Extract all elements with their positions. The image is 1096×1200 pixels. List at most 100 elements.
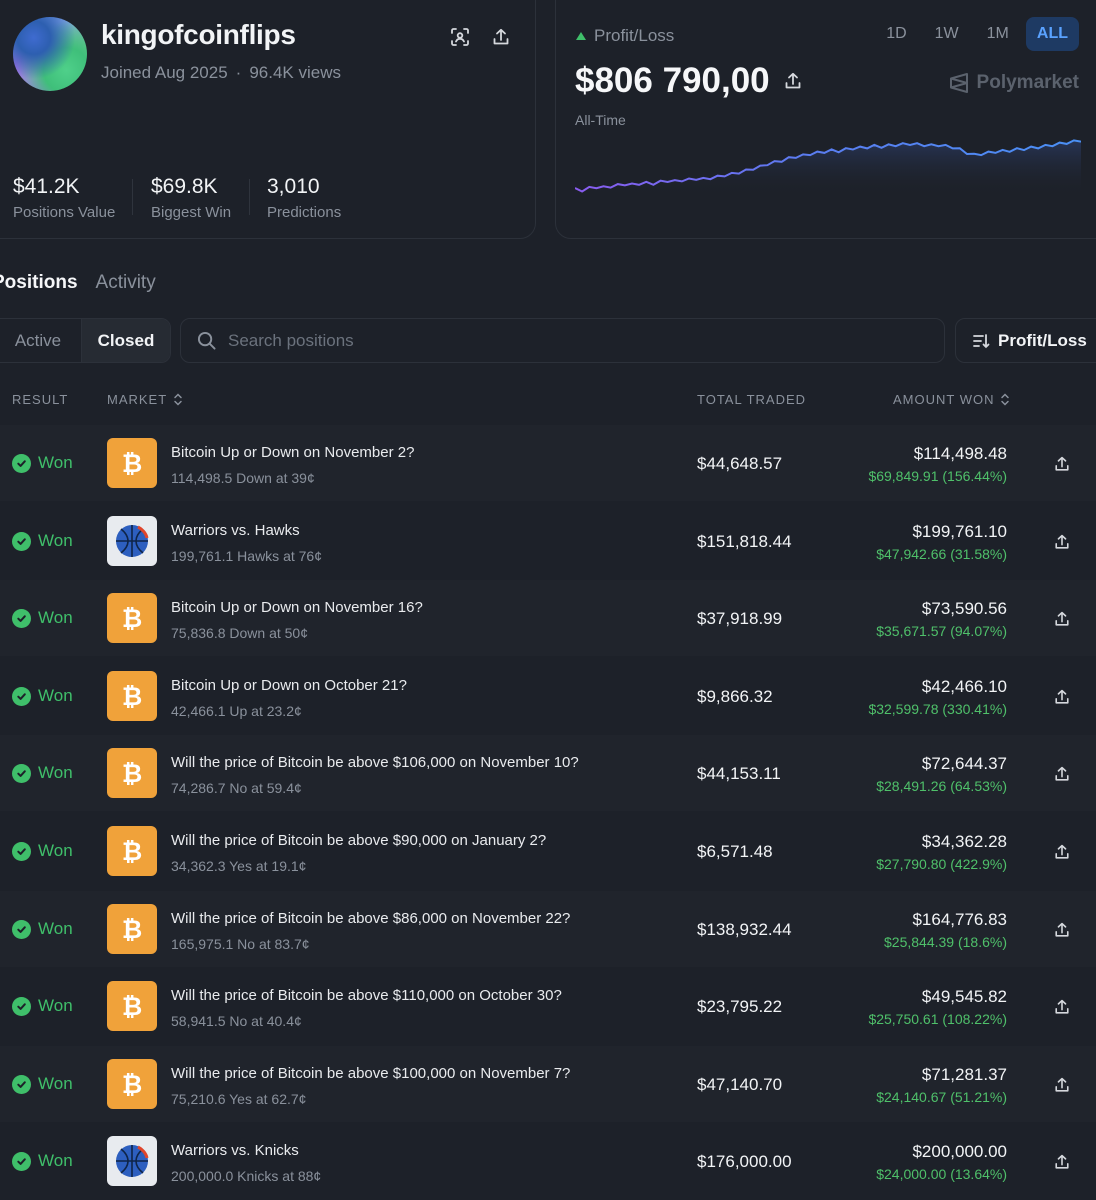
timeframe-all[interactable]: ALL — [1025, 17, 1079, 51]
avatar[interactable] — [13, 17, 87, 91]
check-circle-icon — [12, 996, 31, 1016]
brand-name: Polymarket — [976, 72, 1079, 93]
market-title[interactable]: Bitcoin Up or Down on November 2? — [171, 444, 414, 461]
result-cell: Won — [12, 813, 73, 889]
share-icon[interactable] — [1052, 1152, 1072, 1172]
polymarket-logo: Polymarket — [949, 72, 1079, 94]
basketball-icon — [107, 516, 157, 566]
profit-amount: $47,942.66 (31.58%) — [876, 546, 1007, 562]
timeframe-1d[interactable]: 1D — [875, 17, 917, 51]
search-input[interactable] — [228, 330, 908, 351]
total-traded: $176,000.00 — [697, 1152, 792, 1171]
profit-amount: $27,790.80 (422.9%) — [876, 856, 1007, 872]
pnl-value: $806 790,00 — [575, 61, 770, 100]
status-toggle: Active Closed — [0, 318, 171, 363]
search-icon — [197, 331, 216, 350]
share-icon[interactable] — [784, 72, 802, 90]
tab-bar: Positions Activity — [0, 272, 156, 294]
market-title[interactable]: Bitcoin Up or Down on October 21? — [171, 677, 407, 694]
result-label: Won — [38, 841, 73, 860]
svg-text:₿: ₿ — [122, 1070, 142, 1099]
share-icon[interactable] — [1052, 997, 1072, 1017]
result-cell: Won — [12, 968, 73, 1044]
filter-active-label: Active — [14, 330, 62, 350]
market-title[interactable]: Bitcoin Up or Down on November 16? — [171, 599, 423, 616]
share-icon[interactable] — [1052, 687, 1072, 707]
view-count: 96.4K views — [249, 63, 342, 82]
check-circle-icon — [12, 841, 31, 861]
market-position: 199,761.1 Hawks at 76¢ — [171, 548, 322, 564]
header-market[interactable]: MARKET — [107, 392, 183, 407]
polymarket-icon — [949, 73, 968, 93]
table-row[interactable]: Won Warriors vs. Knicks 200,000.0 Knicks a… — [0, 1123, 1096, 1199]
separator: · — [235, 63, 242, 82]
table-row[interactable]: Won ₿ Bitcoin Up or Down on November 2? 114… — [0, 425, 1096, 501]
header-amount-won[interactable]: AMOUNT WON — [893, 392, 1010, 407]
table-row[interactable]: Won ₿ Will the price of Bitcoin be above $… — [0, 813, 1096, 889]
total-traded: $44,648.57 — [697, 454, 783, 473]
amount-won: $34,362.28 — [921, 832, 1007, 851]
market-title[interactable]: Will the price of Bitcoin be above $106,… — [171, 754, 579, 771]
tab-positions[interactable]: Positions — [0, 272, 78, 294]
filter-active[interactable]: Active — [0, 319, 81, 362]
table-row[interactable]: Won Warriors vs. Hawks 199,761.1 Hawks at … — [0, 503, 1096, 579]
total-traded: $6,571.48 — [697, 842, 773, 861]
share-icon[interactable] — [1052, 609, 1072, 629]
profit-amount: $25,750.61 (108.22%) — [868, 1011, 1007, 1027]
timeframe-selector: 1D 1W 1M ALL — [875, 17, 1079, 51]
filter-closed[interactable]: Closed — [81, 319, 170, 362]
total-traded: $44,153.11 — [697, 764, 781, 783]
total-traded: $151,818.44 — [697, 532, 792, 551]
market-title[interactable]: Warriors vs. Hawks — [171, 522, 300, 539]
share-icon[interactable] — [1052, 842, 1072, 862]
market-title[interactable]: Will the price of Bitcoin be above $86,0… — [171, 910, 570, 927]
tab-activity[interactable]: Activity — [96, 272, 156, 294]
stat-label: Positions Value — [13, 204, 116, 221]
header-amount-won-label: AMOUNT WON — [893, 392, 995, 407]
stat-label: Predictions — [267, 204, 342, 221]
market-position: 75,210.6 Yes at 62.7¢ — [171, 1091, 307, 1107]
result-cell: Won — [12, 503, 73, 579]
table-row[interactable]: Won ₿ Bitcoin Up or Down on November 16? 75… — [0, 580, 1096, 656]
share-icon[interactable] — [1052, 532, 1072, 552]
table-row[interactable]: Won ₿ Bitcoin Up or Down on October 21? 42,… — [0, 658, 1096, 734]
market-title[interactable]: Will the price of Bitcoin be above $90,0… — [171, 832, 546, 849]
market-position: 114,498.5 Down at 39¢ — [171, 470, 315, 486]
table-row[interactable]: Won ₿ Will the price of Bitcoin be above $… — [0, 1046, 1096, 1122]
svg-text:₿: ₿ — [122, 837, 142, 866]
svg-text:₿: ₿ — [122, 992, 142, 1021]
market-position: 34,362.3 Yes at 19.1¢ — [171, 858, 307, 874]
market-title[interactable]: Warriors vs. Knicks — [171, 1142, 299, 1159]
share-icon[interactable] — [489, 25, 513, 49]
result-label: Won — [38, 686, 73, 705]
amount-won: $71,281.37 — [921, 1065, 1007, 1084]
share-icon[interactable] — [1052, 920, 1072, 940]
scan-icon[interactable] — [448, 25, 472, 49]
amount-won: $49,545.82 — [921, 987, 1007, 1006]
table-row[interactable]: Won ₿ Will the price of Bitcoin be above $… — [0, 968, 1096, 1044]
username: kingofcoinflips — [101, 19, 296, 50]
check-circle-icon — [12, 1074, 31, 1094]
svg-text:₿: ₿ — [122, 915, 142, 944]
market-title[interactable]: Will the price of Bitcoin be above $110,… — [171, 987, 562, 1004]
timeframe-1w[interactable]: 1W — [924, 17, 970, 51]
market-title[interactable]: Will the price of Bitcoin be above $100,… — [171, 1065, 570, 1082]
sort-chevrons-icon — [1001, 393, 1010, 406]
check-circle-icon — [12, 453, 31, 473]
timeframe-1m[interactable]: 1M — [976, 17, 1020, 51]
share-icon[interactable] — [1052, 454, 1072, 474]
amount-won: $73,590.56 — [921, 599, 1007, 618]
stat-value: 3,010 — [267, 175, 320, 198]
header-total-traded: TOTAL TRADED — [697, 392, 807, 407]
profit-amount: $24,140.67 (51.21%) — [876, 1089, 1007, 1105]
table-row[interactable]: Won ₿ Will the price of Bitcoin be above $… — [0, 891, 1096, 967]
share-icon[interactable] — [1052, 764, 1072, 784]
result-cell: Won — [12, 658, 73, 734]
amount-won: $200,000.00 — [912, 1142, 1007, 1161]
pnl-chart — [575, 139, 1081, 196]
pnl-card: Profit/Loss 1D 1W 1M ALL $806 790,00 All… — [555, 0, 1096, 239]
share-icon[interactable] — [1052, 1075, 1072, 1095]
table-row[interactable]: Won ₿ Will the price of Bitcoin be above $… — [0, 735, 1096, 811]
svg-text:₿: ₿ — [122, 682, 142, 711]
sort-button[interactable]: Profit/Loss — [955, 318, 1096, 363]
